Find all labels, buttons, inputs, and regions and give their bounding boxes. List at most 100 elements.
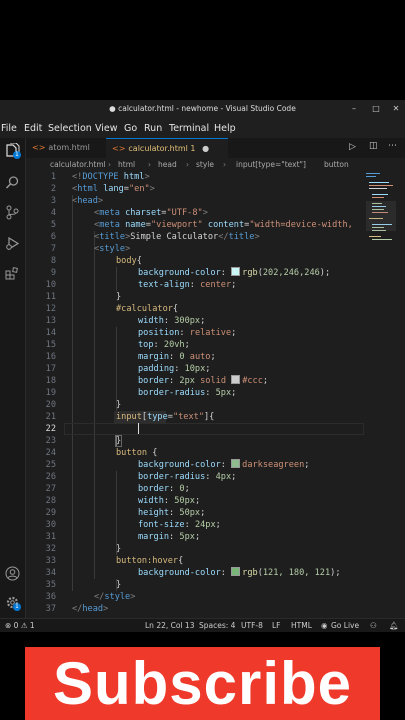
code-line: 4 <meta charset="UTF-8"> [50, 208, 208, 218]
end-of-line[interactable]: LF [272, 621, 281, 630]
title-bar: ● calculator.html - newhome - Visual Stu… [0, 100, 405, 120]
code-line: 9 background-color: rgb(202,246,246); [50, 267, 331, 278]
notifications-icon[interactable]: 🔔︎ [389, 621, 399, 630]
subscribe-text: Subscribe [52, 650, 353, 717]
code-line: 23} [45, 435, 123, 447]
activity-bar: 1 1 [0, 138, 26, 618]
code-line: 29 height: 50px; [45, 508, 206, 518]
go-live-button[interactable]: Go Live [331, 621, 359, 630]
vscode-window: ● calculator.html - newhome - Visual Stu… [0, 100, 405, 632]
run-icon[interactable]: ▷ [349, 142, 356, 152]
tab-label: atom.html [48, 143, 90, 152]
code-line: 10 text-align: center; [45, 280, 237, 290]
code-line: 13 width: 300px; [45, 316, 206, 326]
text-cursor [138, 423, 139, 434]
explorer-icon[interactable]: 1 [5, 142, 21, 159]
menu-file[interactable]: File [1, 123, 17, 134]
subscribe-banner: Subscribe [25, 647, 380, 720]
code-line: 25 background-color: darkseagreen; [45, 459, 310, 470]
code-line: 33 button:hover{ [45, 556, 184, 566]
close-icon[interactable]: ✕ [392, 105, 400, 113]
explorer-badge: 1 [13, 151, 21, 159]
language-mode[interactable]: HTML [291, 621, 312, 630]
menu-go[interactable]: Go [124, 123, 137, 134]
code-line: 11} [45, 292, 122, 302]
color-swatch[interactable] [231, 567, 241, 576]
menu-terminal[interactable]: Terminal [169, 123, 209, 134]
tab-calculator[interactable]: <> calculator.html 1 ● [106, 138, 228, 159]
code-line: 30 font-size: 24px; [45, 520, 221, 530]
code-line: 18 border: 2px solid #ccc; [45, 375, 269, 386]
breadcrumb-input-selector[interactable]: input[type="text"] [236, 158, 306, 171]
color-swatch[interactable] [231, 459, 241, 468]
breadcrumb-style[interactable]: style [196, 158, 214, 171]
html-file-icon: <> [112, 144, 126, 153]
code-line: 2 <html lang="en"> [50, 184, 155, 194]
breadcrumb-button[interactable]: button [324, 158, 349, 171]
account-icon[interactable] [5, 566, 20, 581]
more-actions-icon[interactable]: ⋯ [388, 141, 397, 151]
breadcrumb-file[interactable]: calculator.html [50, 158, 106, 171]
menu-help[interactable]: Help [214, 123, 236, 134]
code-line-current: 22 [26, 423, 405, 435]
code-line: 21 input[type="text"]{ [45, 412, 215, 422]
settings-gear-icon[interactable]: 1 [5, 595, 21, 611]
editor-tabs: <> atom.html <> calculator.html 1 ● ▷ ◫ ⋯ [26, 138, 405, 159]
code-line: 32} [45, 544, 122, 554]
menu-selection[interactable]: Selection [48, 123, 92, 134]
encoding[interactable]: UTF-8 [241, 621, 263, 630]
menu-view[interactable]: View [95, 123, 118, 134]
code-line: 37 </head> [45, 604, 109, 614]
source-control-icon[interactable] [5, 205, 20, 220]
cursor-position[interactable]: Ln 22, Col 13 [145, 621, 194, 630]
code-line: 34 background-color: rgb(121, 180, 121); [45, 567, 341, 578]
minimap[interactable] [366, 173, 396, 253]
code-line: 12 #calculator{ [45, 304, 179, 314]
go-live-icon: ◉ [321, 621, 328, 630]
indentation[interactable]: Spaces: 4 [199, 621, 235, 630]
menu-run[interactable]: Run [144, 123, 162, 134]
code-line: 19 border-radius: 5px; [45, 388, 237, 398]
code-line: 35} [45, 580, 122, 590]
code-line: 3 <head> [50, 196, 104, 206]
code-line: 7 <style> [50, 244, 131, 254]
code-line: 28 width: 50px; [45, 496, 201, 506]
extensions-icon[interactable] [5, 266, 20, 281]
html-file-icon: <> [32, 143, 46, 152]
menu-edit[interactable]: Edit [24, 123, 42, 134]
window-title: ● calculator.html - newhome - Visual Stu… [109, 104, 296, 113]
tab-atom[interactable]: <> atom.html [26, 138, 107, 158]
breadcrumb-html[interactable]: html [118, 158, 135, 171]
tab-label: calculator.html 1 [128, 144, 196, 153]
color-swatch[interactable] [231, 375, 241, 384]
code-line: 27 border: 0; [45, 484, 190, 494]
code-line: 26 border-radius: 4px; [45, 472, 237, 482]
code-line: 8 body{ [50, 256, 142, 266]
run-debug-icon[interactable] [5, 236, 20, 251]
breadcrumb: calculator.html › html › head › style › … [26, 158, 405, 171]
color-swatch[interactable] [231, 267, 241, 276]
code-line: 5 <meta name="viewport" content="width=de… [50, 220, 353, 230]
maximize-icon[interactable]: □ [372, 105, 380, 113]
unsaved-dot-icon[interactable]: ● [202, 144, 209, 153]
code-line: 20} [45, 400, 122, 410]
code-line: 14 position: relative; [45, 328, 237, 338]
code-line: 1 <!DOCTYPE html> [50, 172, 150, 182]
code-line: 24 button { [45, 448, 158, 458]
code-editor[interactable]: 1 <!DOCTYPE html> 2 <html lang="en"> 3 <hea… [26, 171, 405, 618]
settings-badge: 1 [13, 603, 21, 611]
problems-indicator[interactable]: ⊗ 0 ⚠ 1 [5, 621, 35, 630]
search-icon[interactable] [5, 175, 20, 190]
minimize-icon[interactable]: – [350, 105, 358, 113]
feedback-icon[interactable]: ⚇ [370, 621, 377, 630]
code-line: 15 top: 20vh; [45, 340, 190, 350]
status-bar: ⊗ 0 ⚠ 1 Ln 22, Col 13 Spaces: 4 UTF-8 LF… [0, 618, 405, 632]
code-line: 31 margin: 5px; [45, 532, 201, 542]
breadcrumb-head[interactable]: head [158, 158, 177, 171]
code-line: 17 padding: 10px; [45, 364, 211, 374]
menu-bar: File Edit Selection View Go Run Terminal… [0, 120, 405, 138]
code-line: 36 </style> [45, 592, 136, 602]
code-line: 16 margin: 0 auto; [45, 352, 216, 362]
code-line: 6 <title>Simple Calculator</title> [50, 232, 260, 242]
split-editor-icon[interactable]: ◫ [369, 141, 378, 151]
